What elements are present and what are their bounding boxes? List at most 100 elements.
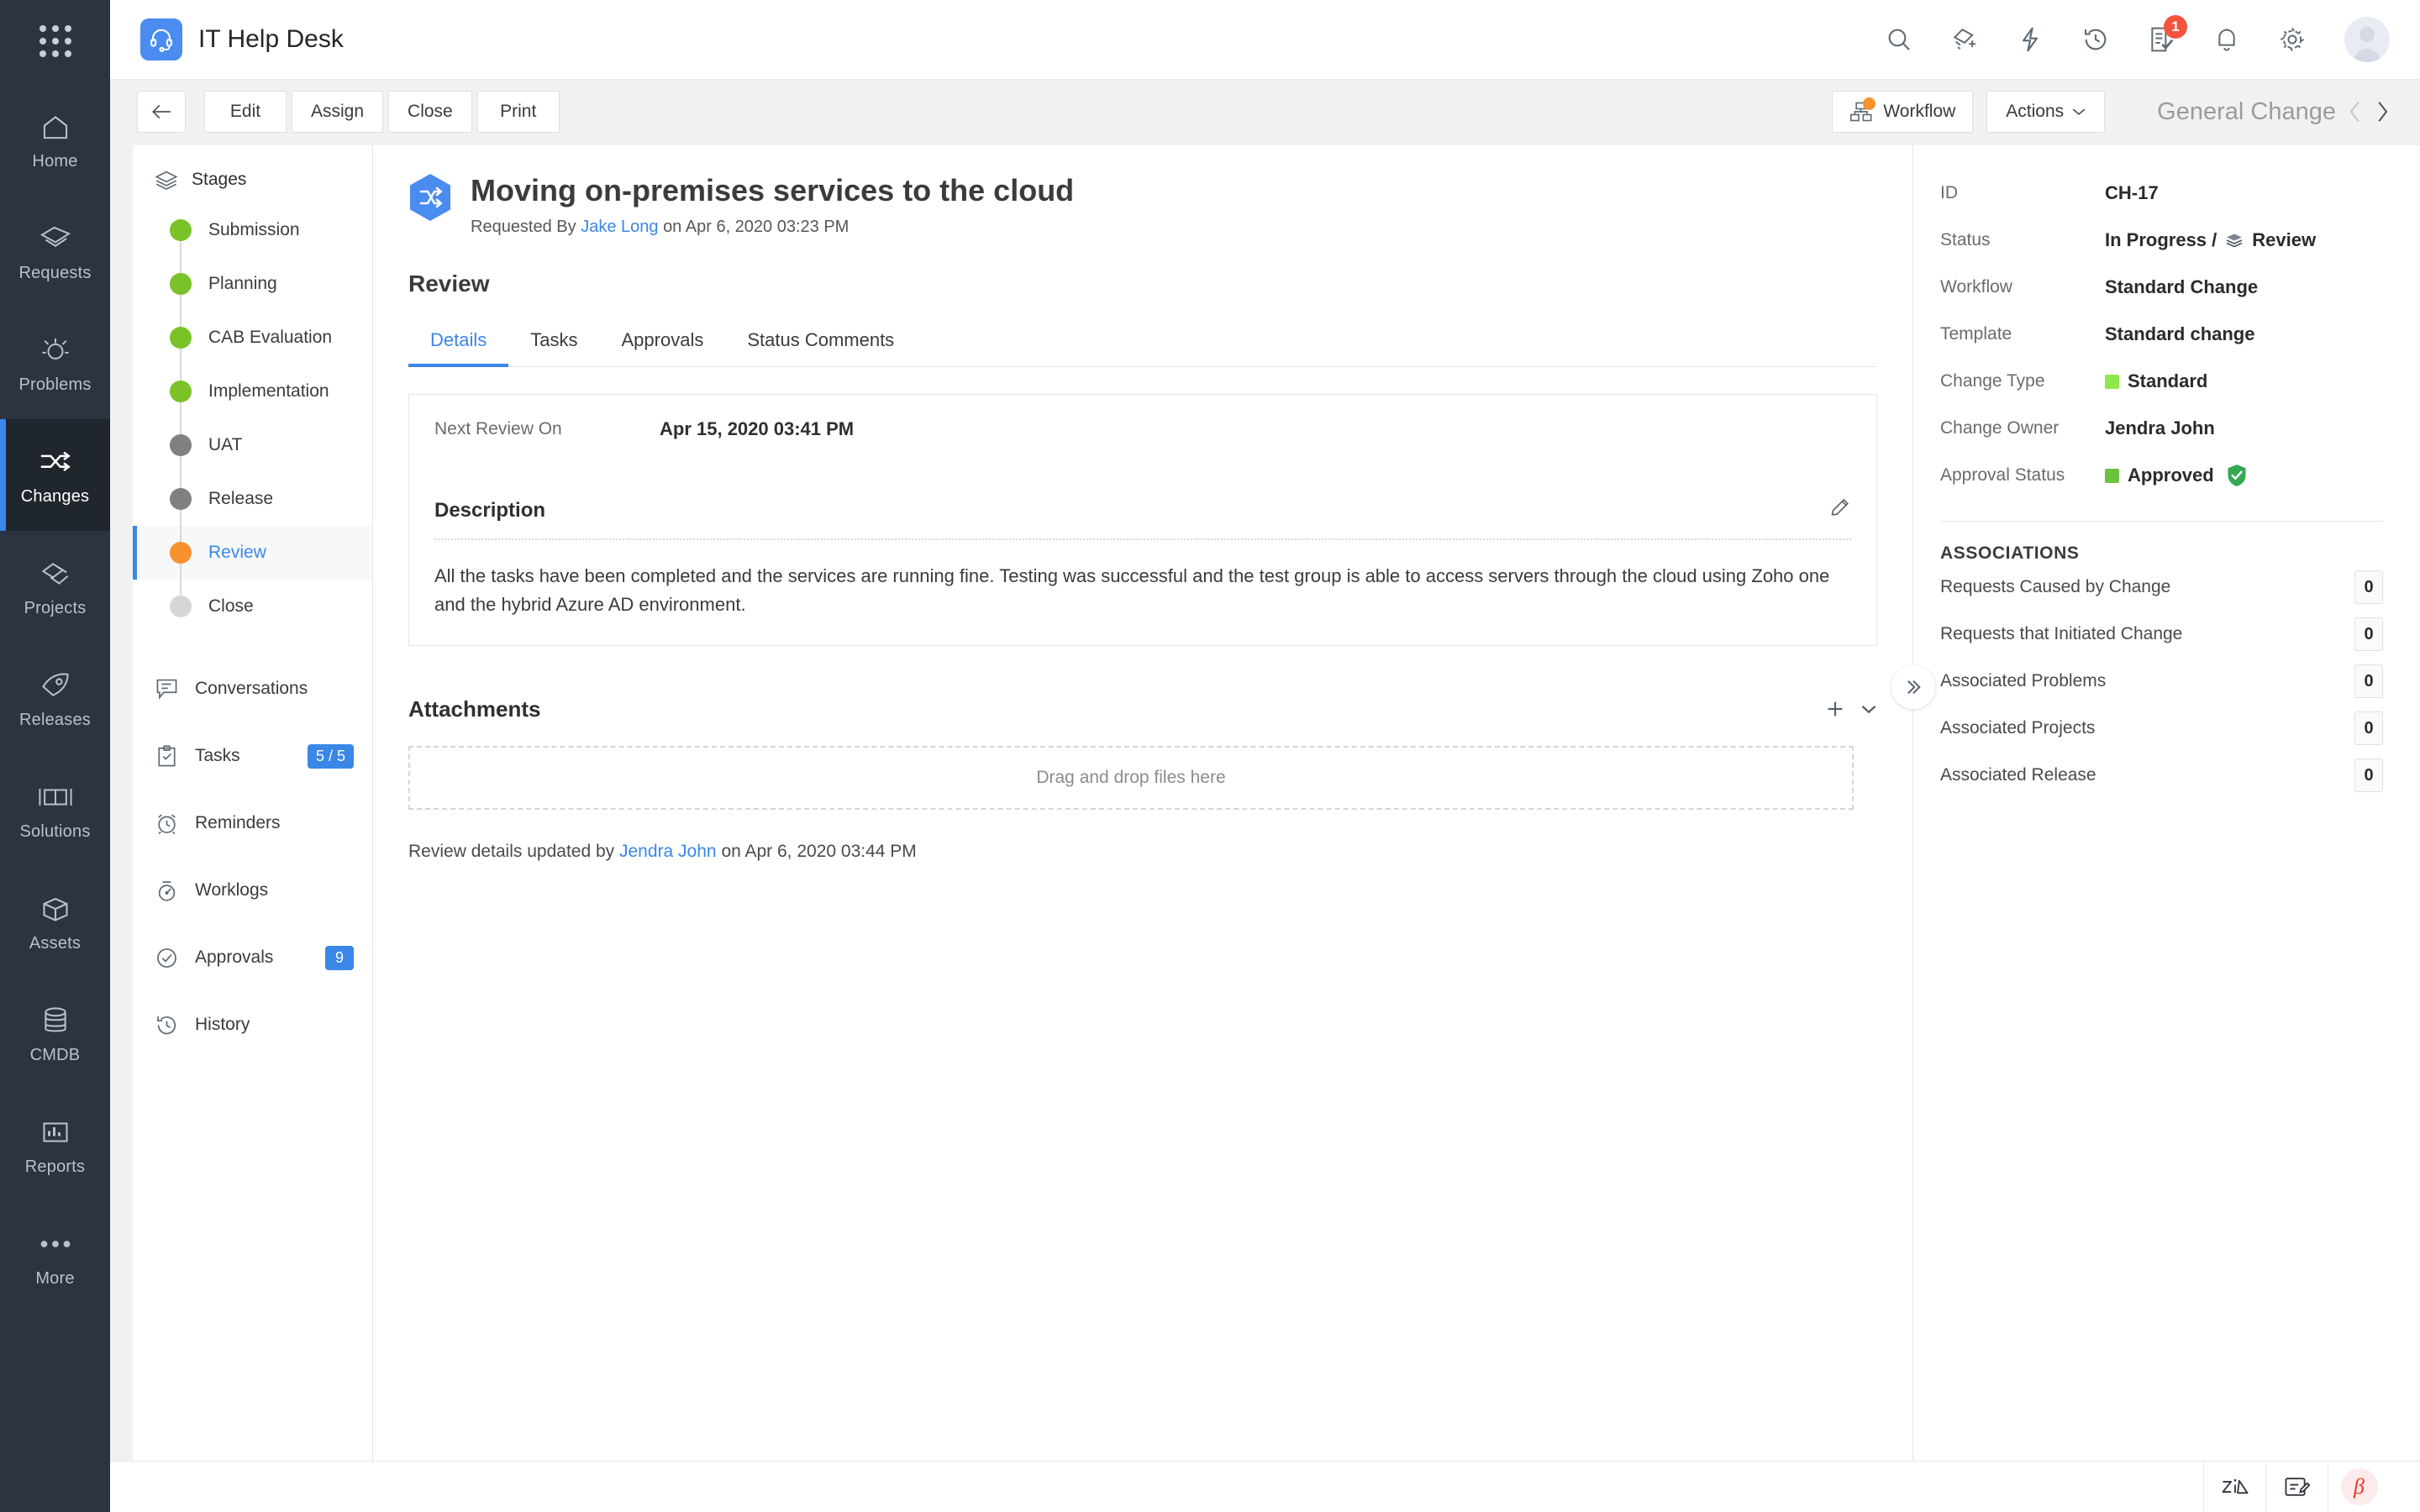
stage-status-dot bbox=[170, 488, 192, 510]
close-button[interactable]: Close bbox=[388, 91, 472, 133]
attachments-dropzone[interactable]: Drag and drop files here bbox=[408, 746, 1854, 810]
workflow-icon bbox=[1849, 101, 1873, 123]
stage-item-close[interactable]: Close bbox=[133, 580, 372, 633]
stage-item-release[interactable]: Release bbox=[133, 472, 372, 526]
chevron-down-icon[interactable] bbox=[1860, 703, 1877, 715]
record-action-bar: Edit Assign Close Print Workflow bbox=[110, 80, 2420, 144]
workflow-button[interactable]: Workflow bbox=[1832, 91, 1973, 133]
sidebar-item-assets[interactable]: Assets bbox=[0, 866, 110, 978]
sidebar-item-home[interactable]: Home bbox=[0, 84, 110, 196]
sidebar-item-label: Assets bbox=[29, 934, 81, 953]
attachments-tools bbox=[1825, 699, 1877, 719]
approval-status-text: Approved bbox=[2128, 465, 2214, 486]
record-left-pane: Stages Submission Planning CAB Evaluatio… bbox=[133, 144, 373, 1512]
sidebar-item-projects[interactable]: Projects bbox=[0, 531, 110, 643]
home-icon bbox=[40, 109, 71, 144]
stage-label: Submission bbox=[208, 220, 300, 240]
sidebar-item-changes[interactable]: Changes bbox=[0, 419, 110, 531]
zia-assistant-icon[interactable] bbox=[2203, 1462, 2265, 1512]
left-nav-conversations[interactable]: Conversations bbox=[133, 655, 372, 722]
add-ticket-icon[interactable] bbox=[1946, 21, 1983, 58]
requests-icon bbox=[39, 221, 71, 256]
problems-icon bbox=[40, 333, 71, 368]
stage-item-submission[interactable]: Submission bbox=[133, 203, 372, 257]
search-icon[interactable] bbox=[1881, 21, 1918, 58]
notes-edit-icon[interactable] bbox=[2265, 1462, 2328, 1512]
sidebar-item-solutions[interactable]: Solutions bbox=[0, 754, 110, 866]
stage-item-review[interactable]: Review bbox=[133, 526, 372, 580]
settings-gear-icon[interactable] bbox=[2274, 21, 2311, 58]
projects-icon bbox=[39, 556, 71, 591]
requester-link[interactable]: Jake Long bbox=[581, 218, 658, 236]
change-type-swatch bbox=[2105, 375, 2119, 389]
record-action-right: Workflow Actions General Change bbox=[1832, 91, 2393, 133]
sidebar-item-cmdb[interactable]: CMDB bbox=[0, 978, 110, 1089]
stages-label: Stages bbox=[192, 170, 246, 190]
chevron-left-icon[interactable] bbox=[2348, 99, 2363, 124]
stage-item-uat[interactable]: UAT bbox=[133, 418, 372, 472]
pencil-edit-icon[interactable] bbox=[1829, 497, 1851, 523]
assoc-count[interactable]: 0 bbox=[2354, 711, 2383, 745]
changes-icon bbox=[39, 444, 72, 480]
updated-suffix: on Apr 6, 2020 03:44 PM bbox=[721, 842, 916, 861]
beta-icon[interactable]: β bbox=[2328, 1462, 2390, 1512]
left-nav-worklogs[interactable]: Worklogs bbox=[133, 857, 372, 924]
sidebar-item-label: More bbox=[35, 1269, 74, 1289]
assoc-count[interactable]: 0 bbox=[2354, 759, 2383, 792]
sidebar-item-releases[interactable]: Releases bbox=[0, 643, 110, 754]
grid-apps-icon[interactable] bbox=[36, 22, 75, 60]
actions-label: Actions bbox=[2006, 102, 2064, 122]
sidebar-item-reports[interactable]: Reports bbox=[0, 1089, 110, 1201]
plus-icon[interactable] bbox=[1825, 699, 1845, 719]
assoc-count[interactable]: 0 bbox=[2354, 570, 2383, 604]
user-avatar[interactable] bbox=[2344, 17, 2390, 62]
sidebar-item-requests[interactable]: Requests bbox=[0, 196, 110, 307]
updated-user-link[interactable]: Jendra John bbox=[619, 842, 717, 861]
actions-dropdown-button[interactable]: Actions bbox=[1986, 91, 2105, 133]
assign-button[interactable]: Assign bbox=[292, 91, 383, 133]
scroll-corner bbox=[2390, 1462, 2420, 1512]
field-label: Status bbox=[1940, 230, 2105, 250]
sidebar-item-more[interactable]: More bbox=[0, 1201, 110, 1313]
description-text: All the tasks have been completed and th… bbox=[434, 562, 1851, 619]
sidebar-item-label: Changes bbox=[21, 487, 89, 507]
stage-item-planning[interactable]: Planning bbox=[133, 257, 372, 311]
field-value: In Progress / Review bbox=[2105, 229, 2316, 251]
back-arrow-icon[interactable] bbox=[137, 91, 186, 133]
stage-item-cab-evaluation[interactable]: CAB Evaluation bbox=[133, 311, 372, 365]
assoc-count[interactable]: 0 bbox=[2354, 617, 2383, 651]
last-updated-line: Review details updated by Jendra John on… bbox=[408, 842, 1877, 862]
stage-label: CAB Evaluation bbox=[208, 328, 332, 348]
edit-button[interactable]: Edit bbox=[204, 91, 287, 133]
tab-details[interactable]: Details bbox=[408, 318, 508, 366]
left-nav-approvals[interactable]: Approvals 9 bbox=[133, 924, 372, 991]
left-nav-label: History bbox=[195, 1015, 250, 1035]
left-nav-reminders[interactable]: Reminders bbox=[133, 790, 372, 857]
details-card: Next Review On Apr 15, 2020 03:41 PM Des… bbox=[408, 394, 1877, 645]
left-nav-tasks[interactable]: Tasks 5 / 5 bbox=[133, 722, 372, 790]
assoc-requests-caused-by-change: Requests Caused by Change 0 bbox=[1940, 564, 2383, 611]
quick-actions-bolt-icon[interactable] bbox=[2012, 21, 2049, 58]
print-button[interactable]: Print bbox=[477, 91, 560, 133]
tab-approvals[interactable]: Approvals bbox=[600, 318, 726, 366]
chevron-right-icon[interactable] bbox=[2375, 99, 2390, 124]
left-nav-history[interactable]: History bbox=[133, 991, 372, 1058]
sidebar-item-label: Solutions bbox=[19, 822, 90, 842]
stage-item-implementation[interactable]: Implementation bbox=[133, 365, 372, 418]
tab-tasks[interactable]: Tasks bbox=[508, 318, 599, 366]
app-header: IT Help Desk bbox=[110, 0, 2420, 80]
sidebar-item-problems[interactable]: Problems bbox=[0, 307, 110, 419]
recent-history-icon[interactable] bbox=[2077, 21, 2114, 58]
assets-icon bbox=[40, 891, 71, 927]
double-chevron-right-icon[interactable] bbox=[1891, 665, 1935, 709]
tab-status-comments[interactable]: Status Comments bbox=[725, 318, 916, 366]
assoc-count[interactable]: 0 bbox=[2354, 664, 2383, 698]
notification-bell-icon[interactable] bbox=[2208, 21, 2245, 58]
cmdb-icon bbox=[41, 1003, 70, 1038]
releases-icon bbox=[39, 668, 71, 703]
conversation-icon bbox=[155, 678, 178, 700]
workflow-label: Workflow bbox=[1883, 102, 1955, 122]
field-workflow: Workflow Standard Change bbox=[1940, 264, 2383, 311]
approvals-doc-icon[interactable]: 1 bbox=[2143, 21, 2180, 58]
app-root: Home Requests Problems bbox=[0, 0, 2420, 1512]
